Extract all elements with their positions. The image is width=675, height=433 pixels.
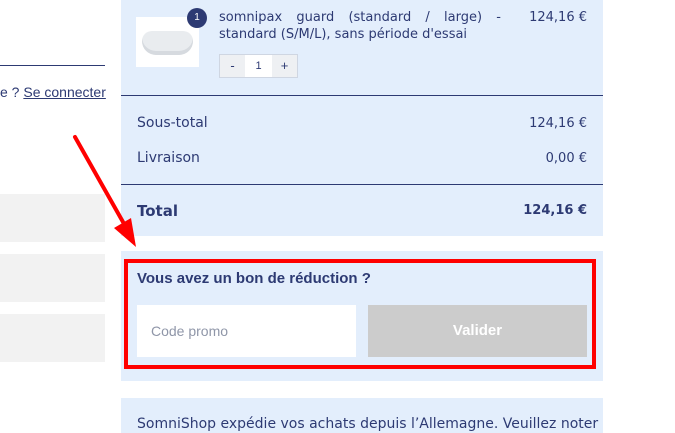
annotation-arrow-icon <box>73 135 136 247</box>
